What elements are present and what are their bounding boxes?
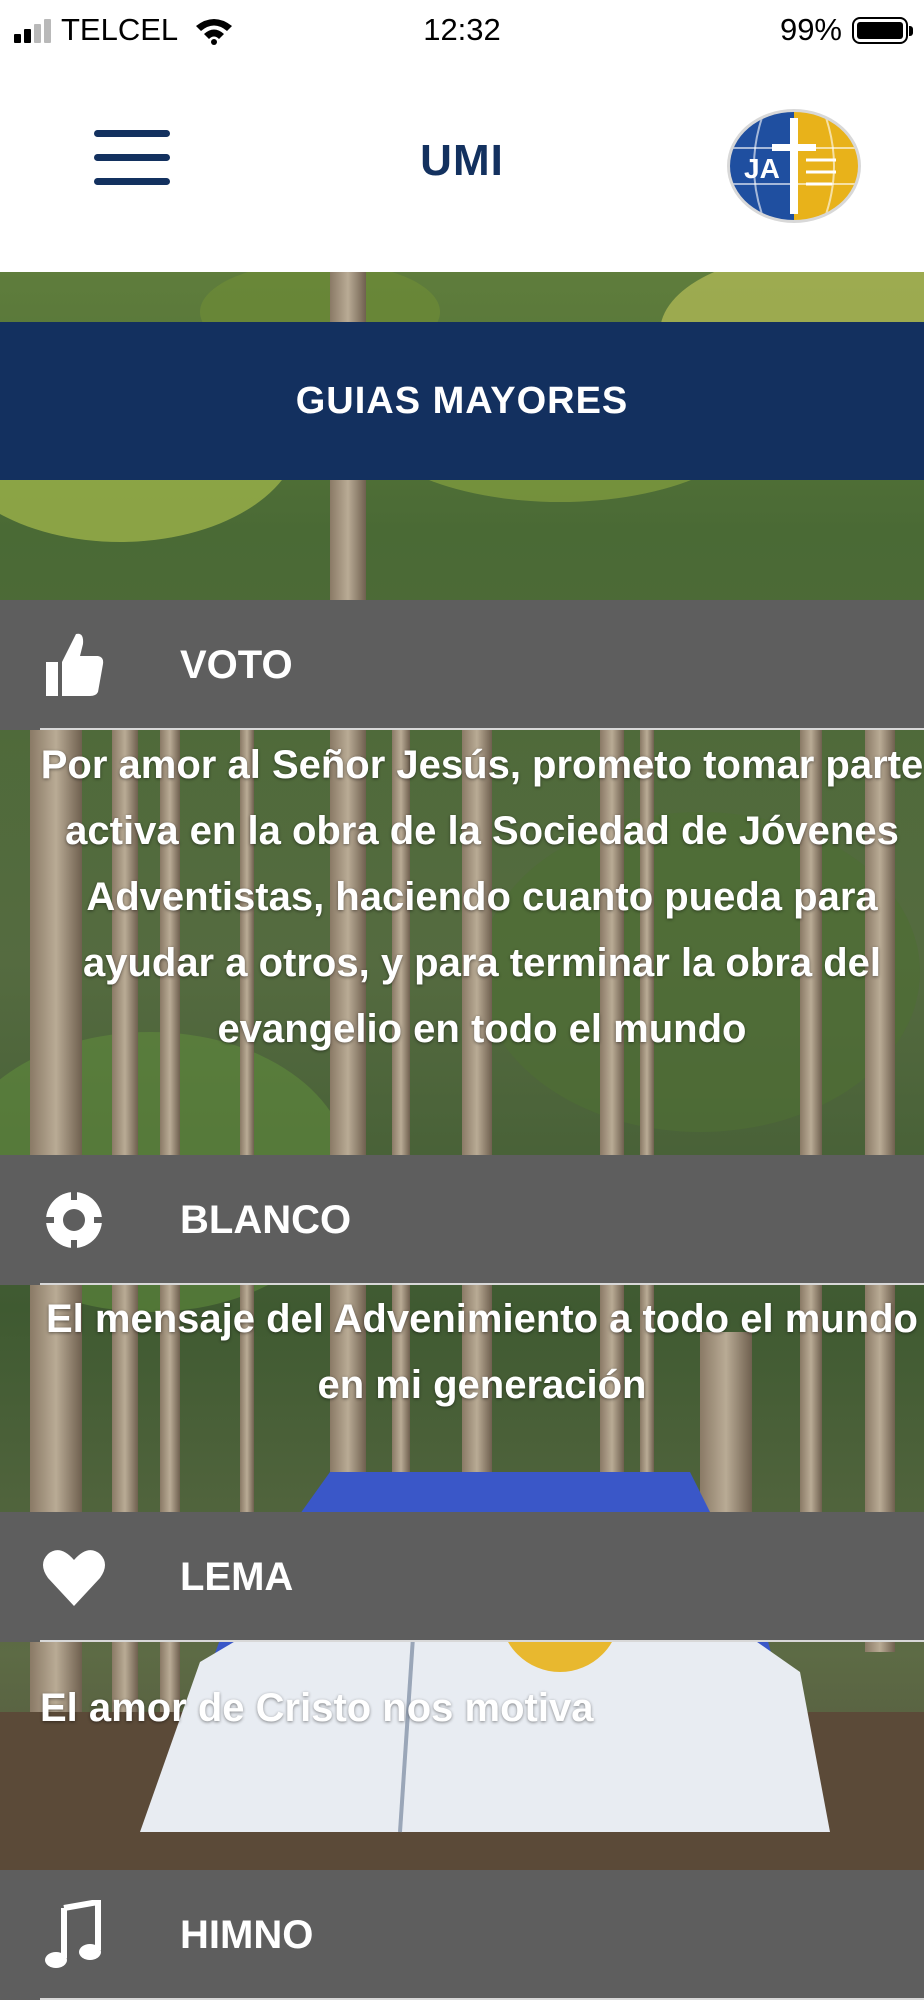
lema-text: El amor de Cristo nos motiva bbox=[40, 1686, 594, 1730]
ja-logo: JA bbox=[727, 109, 861, 223]
divider bbox=[40, 1283, 924, 1285]
divider bbox=[40, 1640, 924, 1642]
row-label-himno: HIMNO bbox=[180, 1913, 314, 1957]
thumbs-up-icon bbox=[46, 633, 104, 696]
status-bar: TELCEL 12:32 99% bbox=[0, 0, 924, 64]
battery-percent: 99% bbox=[779, 12, 842, 47]
section-title: GUIAS MAYORES bbox=[295, 379, 629, 422]
target-icon bbox=[42, 1188, 106, 1252]
music-note-icon bbox=[45, 1900, 101, 1968]
row-label-lema: LEMA bbox=[180, 1555, 294, 1599]
row-himno[interactable]: HIMNO bbox=[0, 1870, 924, 2000]
section-title-bar: GUIAS MAYORES bbox=[0, 322, 924, 480]
row-voto[interactable]: VOTO bbox=[0, 600, 924, 730]
svg-text:JA: JA bbox=[744, 153, 780, 184]
battery-icon bbox=[852, 16, 913, 44]
divider bbox=[40, 728, 924, 730]
heart-icon bbox=[43, 1550, 105, 1606]
blanco-text: El mensaje del Advenimiento a todo el mu… bbox=[46, 1297, 918, 1407]
status-right: 99% bbox=[779, 12, 913, 48]
row-lema[interactable]: LEMA bbox=[0, 1512, 924, 1642]
voto-text: Por amor al Señor Jesús, prometo tomar p… bbox=[40, 743, 924, 1051]
nav-bar: UMI JA bbox=[0, 64, 924, 272]
row-label-blanco: BLANCO bbox=[180, 1198, 352, 1242]
row-blanco[interactable]: BLANCO bbox=[0, 1155, 924, 1285]
row-label-voto: VOTO bbox=[180, 643, 293, 687]
